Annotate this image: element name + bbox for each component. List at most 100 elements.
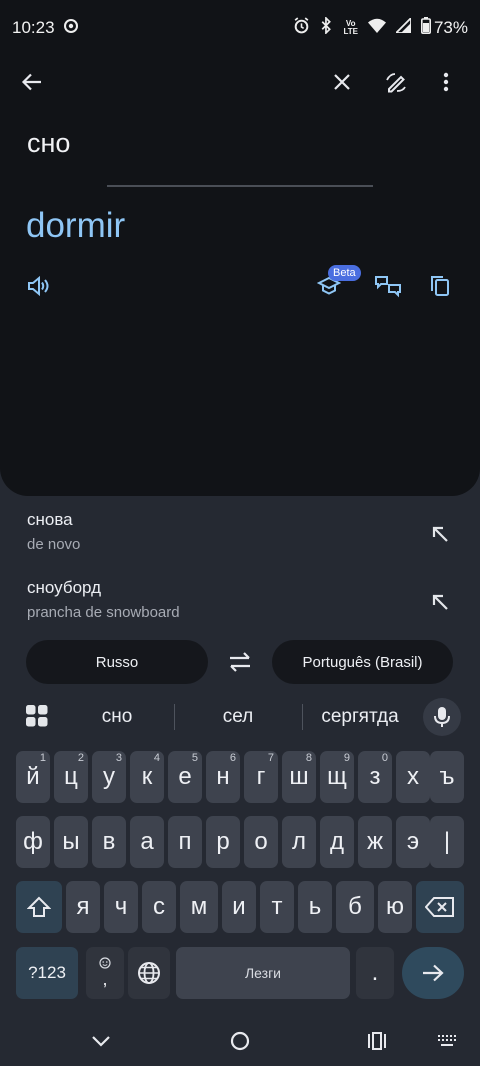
back-button[interactable] (8, 56, 56, 108)
key[interactable]: г7 (244, 751, 278, 803)
target-language-button[interactable]: Português (Brasil) (272, 640, 453, 684)
voice-input-button[interactable] (423, 698, 461, 736)
key[interactable]: а (130, 816, 164, 868)
key[interactable]: щ9 (320, 751, 354, 803)
more-options-button[interactable] (422, 56, 470, 108)
beta-badge: Beta (328, 265, 361, 281)
arrow-insert-icon[interactable] (428, 522, 452, 546)
suggestion-word: сноуборд (27, 578, 102, 597)
key[interactable]: х (396, 751, 430, 803)
word-suggestion[interactable]: сно (72, 706, 162, 728)
source-text-input[interactable]: сно (27, 128, 70, 159)
key[interactable]: ж (358, 816, 392, 868)
nav-home-button[interactable] (225, 1026, 255, 1056)
key[interactable]: | (430, 816, 464, 868)
key[interactable]: э (396, 816, 430, 868)
key[interactable]: ш8 (282, 751, 316, 803)
copy-button[interactable] (422, 268, 458, 304)
keyboard: сно сел сергятда й1 ц2 у3 к4 е5 н6 г7 ш8… (0, 692, 480, 1022)
translated-text: dormir (26, 206, 126, 245)
key[interactable]: т (260, 881, 294, 933)
key[interactable]: в (92, 816, 126, 868)
shift-key[interactable] (16, 881, 62, 933)
period-key[interactable]: . (356, 947, 394, 999)
bluetooth-icon (320, 16, 333, 39)
key[interactable]: ь (298, 881, 332, 933)
key[interactable]: е5 (168, 751, 202, 803)
symbols-key[interactable]: ?123 (16, 947, 78, 999)
keyboard-toolbar: сно сел сергятда (0, 692, 480, 742)
suggestion-word: снова (27, 510, 73, 529)
translation-card: 10:23 Vo LTE 73% сно dormir Beta (0, 0, 480, 496)
volte-icon: Vo LTE (343, 19, 358, 36)
keyboard-icon (438, 1035, 456, 1046)
key[interactable]: д (320, 816, 354, 868)
key[interactable]: б (336, 881, 374, 933)
key[interactable]: л (282, 816, 316, 868)
microphone-icon (434, 707, 450, 727)
status-time: 10:23 (12, 18, 55, 37)
key[interactable]: с (142, 881, 176, 933)
enter-key[interactable] (402, 947, 464, 999)
shift-icon (27, 896, 51, 917)
close-icon (334, 74, 350, 90)
more-vert-icon (443, 72, 449, 92)
key[interactable]: я (66, 881, 100, 933)
key[interactable]: у3 (92, 751, 126, 803)
key[interactable]: ц2 (54, 751, 88, 803)
suggestion-item[interactable]: сноуборд prancha de snowboard (0, 578, 480, 642)
key[interactable]: ф (16, 816, 50, 868)
backspace-key[interactable] (416, 881, 464, 933)
key[interactable]: о (244, 816, 278, 868)
key[interactable]: н6 (206, 751, 240, 803)
navigation-bar (0, 1014, 480, 1066)
emoji-comma-key[interactable]: , (86, 947, 124, 999)
signal-icon (393, 15, 412, 38)
space-key[interactable]: Лезги (176, 947, 350, 999)
key[interactable]: р (206, 816, 240, 868)
arrow-insert-icon[interactable] (428, 590, 452, 614)
suggestion-item[interactable]: снова de novo (0, 510, 480, 574)
arrow-back-icon (21, 73, 41, 91)
clear-button[interactable] (318, 56, 366, 108)
wifi-icon (367, 18, 386, 38)
listen-button[interactable] (21, 268, 57, 304)
conversation-icon (375, 276, 401, 298)
conversation-button[interactable] (370, 268, 406, 304)
apps-grid-icon[interactable] (26, 705, 48, 732)
divider (107, 185, 373, 187)
keyboard-switch-button[interactable] (432, 1026, 462, 1056)
suggestion-divider (302, 704, 303, 730)
key[interactable]: ы (54, 816, 88, 868)
word-suggestion[interactable]: сергятда (310, 706, 410, 728)
arrow-right-icon (423, 964, 444, 982)
backspace-icon (425, 897, 454, 917)
word-suggestion[interactable]: сел (192, 706, 284, 728)
alarm-icon (293, 17, 310, 39)
nav-back-button[interactable] (86, 1026, 116, 1056)
swap-languages-button[interactable] (222, 646, 258, 678)
speaker-icon (28, 275, 49, 297)
source-language-button[interactable]: Russo (26, 640, 208, 684)
nav-recents-button[interactable] (362, 1026, 392, 1056)
copy-icon (431, 276, 449, 296)
key[interactable]: ъ (430, 751, 464, 803)
key[interactable]: ч (104, 881, 138, 933)
swap-icon (230, 652, 250, 672)
emoji-icon (99, 956, 111, 969)
battery-icon (420, 17, 431, 39)
key[interactable]: к4 (130, 751, 164, 803)
key[interactable]: п (168, 816, 202, 868)
chevron-down-icon (92, 1036, 110, 1047)
language-switch-key[interactable] (128, 947, 170, 999)
handwriting-button[interactable] (372, 56, 420, 108)
key[interactable]: и (222, 881, 256, 933)
globe-icon (138, 962, 160, 984)
key[interactable]: м (180, 881, 218, 933)
hotspot-icon (63, 18, 79, 39)
key[interactable]: ю (378, 881, 412, 933)
key[interactable]: й1 (16, 751, 50, 803)
key[interactable]: з0 (358, 751, 392, 803)
suggestion-translation: de novo (27, 536, 81, 553)
handwriting-icon (386, 73, 406, 93)
